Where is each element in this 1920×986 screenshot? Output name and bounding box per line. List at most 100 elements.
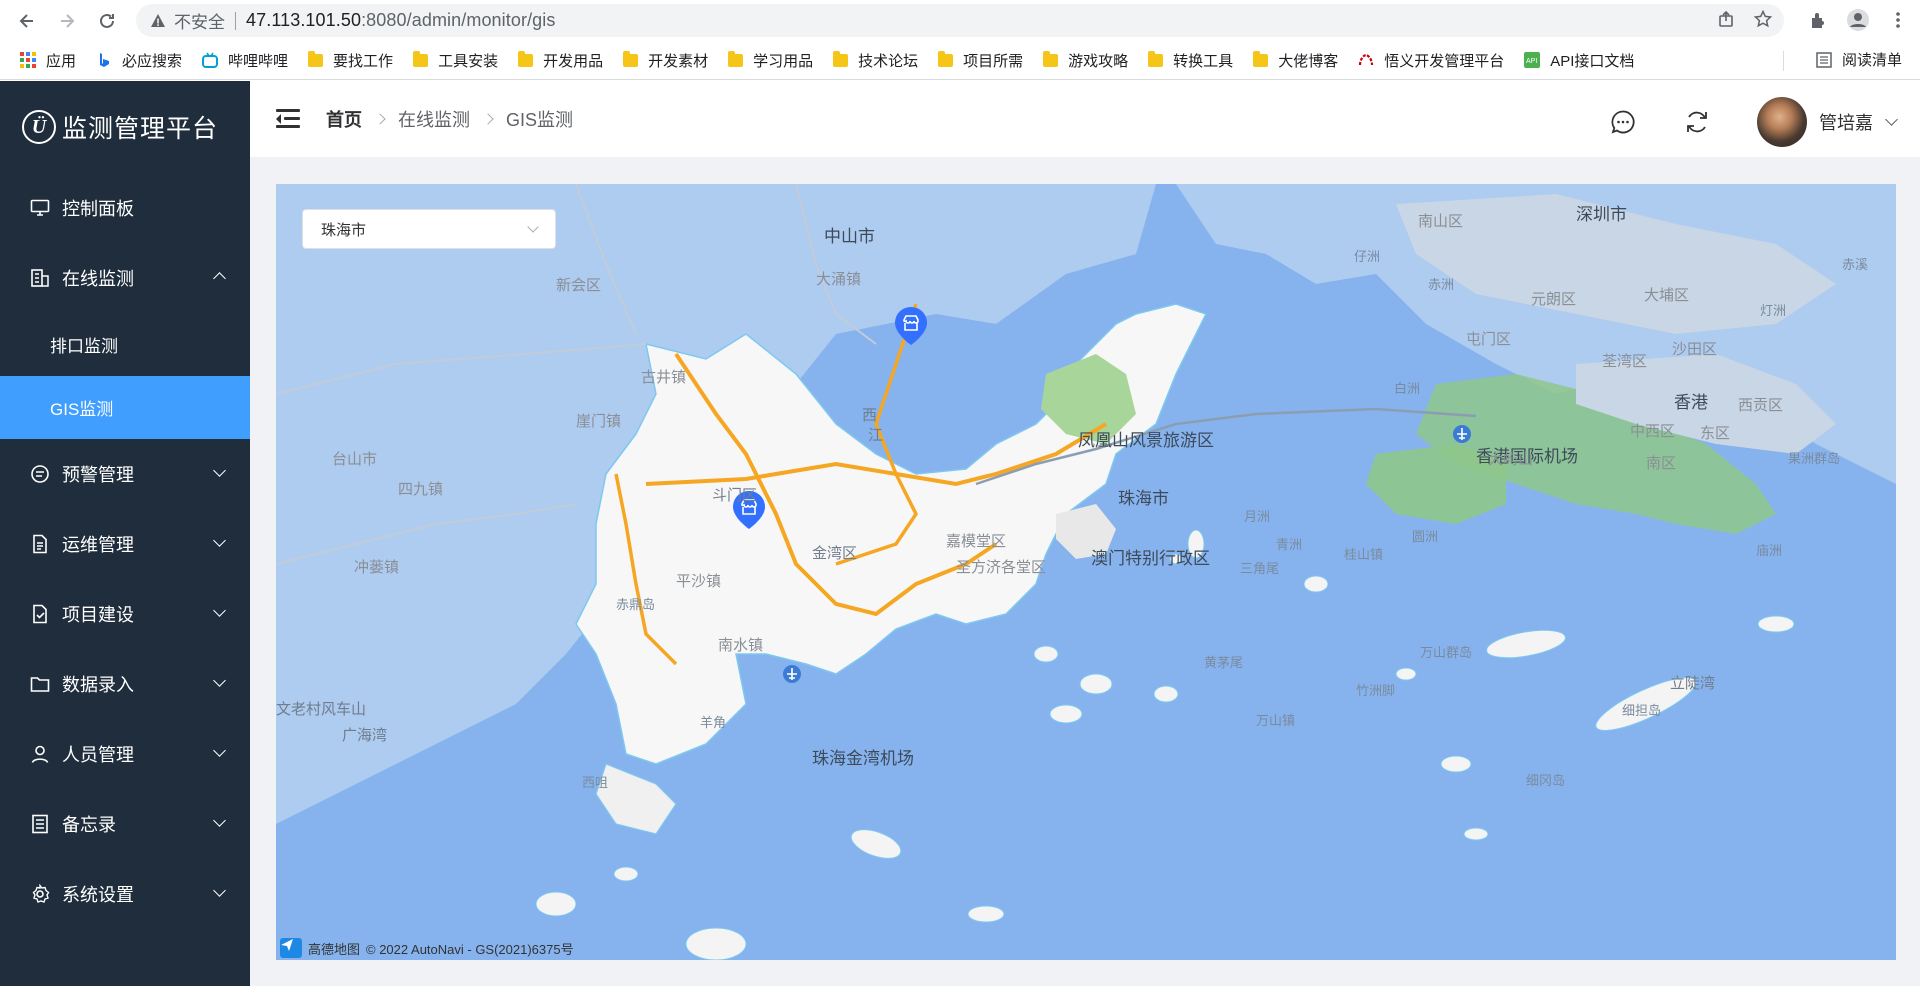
bookmark-label: 应用 [46,52,77,70]
folder-icon [938,50,954,67]
bookmark-folder[interactable]: 技术论坛 [827,46,924,74]
monitor-icon [30,198,50,218]
map-label-huangmaowei: 黄茅尾 [1204,655,1244,670]
sidebar-item-label: 数据录入 [62,675,134,695]
map-label-nanshan: 南山区 [1418,213,1464,230]
chevron-down-icon[interactable] [1885,113,1898,126]
sidebar-item-label: 项目建设 [62,605,134,625]
bilibili-icon [202,52,219,68]
map-label-hongkong: 香港 [1674,393,1708,412]
map-label-zhuhai: 珠海市 [1118,489,1169,508]
bookmark-folder[interactable]: 项目所需 [932,46,1029,74]
map-label-guanghai: 广海湾 [342,727,388,744]
sidebar-item-data-entry[interactable]: 数据录入 [0,649,250,719]
city-select-value: 珠海市 [321,221,367,239]
share-icon[interactable] [1718,10,1736,33]
refresh-icon[interactable] [1683,108,1711,136]
sidebar-item-settings[interactable]: 系统设置 [0,859,250,929]
chevron-right-icon [482,113,494,125]
sidebar-item-operations[interactable]: 运维管理 [0,509,250,579]
island [967,905,1005,923]
username[interactable]: 管培嘉 [1819,109,1873,135]
map-label-yamen: 崖门镇 [576,413,622,430]
bookmark-label: 哔哩哔哩 [228,52,289,70]
bookmark-folder[interactable]: 工具安装 [407,46,504,74]
star-icon[interactable] [1753,9,1773,33]
sidebar-item-label: 系统设置 [62,885,134,905]
bookmark-apps[interactable]: 应用 [14,46,82,74]
reading-list[interactable]: 阅读清单 [1816,49,1902,70]
collapse-sidebar-icon[interactable] [276,109,300,129]
sidebar-item-label: 预警管理 [62,465,134,485]
address-bar[interactable]: 不安全 47.113.101.50:8080/admin/monitor/gis [136,4,1784,37]
map-label-doumen-visible: 斗门区 [712,487,758,504]
bookmark-label: 项目所需 [963,52,1024,70]
folder-icon [1253,50,1269,67]
map-label-wanshan: 万山群岛 [1420,645,1473,660]
bookmark-bing[interactable]: 必应搜索 [90,46,188,74]
reload-icon[interactable] [92,6,122,36]
bookmark-label: 悟义开发管理平台 [1384,52,1505,70]
map-label-tunmen: 屯门区 [1466,331,1512,348]
omnibox-divider [235,11,236,30]
message-icon[interactable] [1609,108,1637,136]
island [535,891,577,917]
chevron-down-icon [213,674,226,687]
sidebar-item-personnel[interactable]: 人员管理 [0,719,250,789]
breadcrumb-home[interactable]: 首页 [326,106,362,132]
avatar[interactable] [1757,97,1807,147]
forward-arrow-icon[interactable] [52,6,82,36]
logo-mark: Ü [22,110,56,144]
sidebar-item-memo[interactable]: 备忘录 [0,789,250,859]
insecure-label: 不安全 [174,13,225,32]
map-label-sanjiaowei: 三角尾 [1240,561,1280,576]
bookmark-folder[interactable]: 大佬博客 [1247,46,1344,74]
office-building-icon [30,268,50,288]
kebab-menu-icon[interactable] [1882,4,1914,36]
folder-icon [623,50,639,67]
breadcrumb-online-monitor[interactable]: 在线监测 [398,106,470,132]
chevron-down-icon [213,604,226,617]
bookmark-folder[interactable]: 要找工作 [302,46,399,74]
map-label-airport-zh: 珠海金湾机场 [812,749,914,768]
map-label-zhuzhou: 竹洲脚 [1356,683,1396,698]
city-select[interactable]: 珠海市 [302,209,556,249]
gis-map[interactable]: 珠海市 中山市 深圳市 香港 澳门特别行政区 珠海市 凤凰山风景旅游区 香港国际… [276,184,1896,960]
bookmark-folder[interactable]: 转换工具 [1142,46,1239,74]
map-label-zhongshan: 中山市 [824,227,875,246]
extensions-icon[interactable] [1802,4,1834,36]
bookmark-folder[interactable]: 开发用品 [512,46,609,74]
sidebar-item-dashboard[interactable]: 控制面板 [0,173,250,243]
app-logo[interactable]: Ü 监测管理平台 [0,81,250,173]
setting-icon [30,884,50,904]
top-header: 首页 在线监测 GIS监测 管培嘉 [250,81,1920,157]
bookmark-api-docs[interactable]: API API接口文档 [1518,46,1640,74]
sidebar-item-alert-management[interactable]: 预警管理 [0,439,250,509]
island [1303,575,1329,593]
bookmark-bilibili[interactable]: 哔哩哔哩 [196,46,294,74]
sidebar-subitem-outlet-monitor[interactable]: 排口监测 [0,313,250,376]
bookmark-gitee[interactable]: 悟义开发管理平台 [1352,46,1510,74]
island [1153,685,1179,703]
island [1440,755,1472,773]
profile-icon[interactable] [1842,4,1874,36]
url-text[interactable]: 47.113.101.50:8080/admin/monitor/gis [246,10,555,31]
bookmark-label: 开发用品 [543,52,604,70]
map-label-chiyu: 赤鼎岛 [616,597,656,612]
map-label-xinhui: 新会区 [556,277,602,294]
back-arrow-icon[interactable] [12,6,42,36]
sidebar-item-online-monitor[interactable]: 在线监测 [0,243,250,313]
map-label-weizhou: 圆洲 [1412,529,1439,544]
chevron-down-icon [213,814,226,827]
map-label-guishan: 桂山镇 [1344,547,1384,562]
bookmark-folder[interactable]: 开发素材 [617,46,714,74]
bookmark-folder[interactable]: 学习用品 [722,46,819,74]
map-brand: 高德地图 [308,941,361,957]
sidebar-item-project-build[interactable]: 项目建设 [0,579,250,649]
airport-icon [1452,424,1474,446]
monitor-point-marker[interactable] [894,306,928,346]
sidebar-subitem-label: GIS监测 [50,400,114,419]
sidebar-subitem-gis-monitor[interactable]: GIS监测 [0,376,250,439]
bookmark-folder[interactable]: 游戏攻略 [1037,46,1134,74]
map-label-macau: 澳门特别行政区 [1091,549,1210,568]
